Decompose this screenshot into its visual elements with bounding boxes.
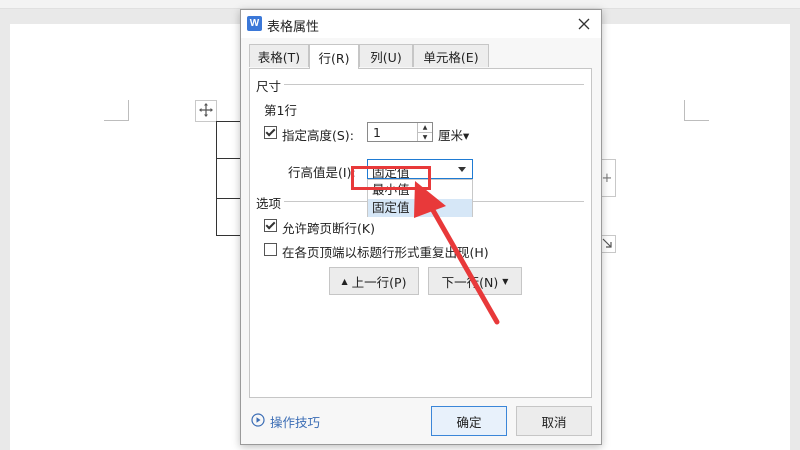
top-ruler-strip	[0, 0, 800, 9]
divider	[284, 84, 584, 85]
row-height-value: 1	[373, 125, 381, 140]
page-corner-mark-left	[104, 100, 129, 121]
dropdown-arrow-icon	[458, 167, 466, 172]
move-icon	[199, 102, 213, 120]
dialog-title: 表格属性	[267, 20, 320, 35]
repeat-header-label: 在各页顶端以标题行形式重复出现(H)	[282, 245, 489, 260]
specify-height-checkbox[interactable]	[264, 126, 277, 139]
annotation-highlight-box	[351, 166, 431, 190]
tab-column[interactable]: 列(U)	[359, 44, 413, 67]
table-properties-dialog: W 表格属性 表格(T) 行(R) 列(U) 单元格(E) 尺寸 第1行 指定高…	[240, 9, 602, 445]
table-move-handle[interactable]	[195, 100, 217, 122]
spin-down-icon[interactable]: ▼	[418, 133, 432, 142]
close-icon	[578, 18, 590, 33]
resize-icon	[602, 237, 612, 251]
play-circle-icon	[251, 413, 265, 430]
repeat-header-checkbox[interactable]	[264, 243, 277, 256]
allow-row-break-label: 允许跨页断行(K)	[282, 221, 375, 236]
tips-label: 操作技巧	[270, 415, 321, 430]
dialog-titlebar[interactable]: W 表格属性	[241, 10, 601, 38]
unit-dropdown[interactable]: 厘米▾	[438, 125, 469, 144]
next-row-button[interactable]: 下一行(N) ▼	[428, 267, 522, 295]
tab-table[interactable]: 表格(T)	[249, 44, 309, 67]
tab-cell[interactable]: 单元格(E)	[413, 44, 489, 67]
wps-app-icon: W	[247, 16, 262, 31]
page-corner-mark-right	[684, 100, 709, 121]
plus-icon: +	[601, 170, 613, 186]
cancel-button[interactable]: 取消	[516, 406, 592, 436]
row-tab-panel: 尺寸 第1行 指定高度(S): 1 ▲ ▼ 厘米▾ 行高值是(I): 固定值 选…	[249, 68, 592, 398]
previous-row-button[interactable]: ▲ 上一行(P)	[329, 267, 419, 295]
spinner-buttons: ▲ ▼	[417, 123, 432, 141]
tips-link[interactable]: 操作技巧	[251, 412, 320, 431]
spin-up-icon[interactable]: ▲	[418, 123, 432, 133]
tab-row[interactable]: 行(R)	[309, 44, 359, 69]
row-number-label: 第1行	[264, 103, 297, 118]
next-row-label: 下一行(N)	[441, 274, 499, 290]
up-arrow-icon: ▲	[341, 276, 348, 286]
ok-button[interactable]: 确定	[431, 406, 507, 436]
row-height-is-label: 行高值是(I):	[288, 165, 356, 180]
options-section-heading: 选项	[256, 196, 282, 211]
down-arrow-icon: ▼	[502, 276, 509, 286]
close-button[interactable]	[573, 14, 595, 36]
size-section-heading: 尺寸	[256, 79, 282, 94]
dialog-footer: 操作技巧 确定 取消	[241, 400, 601, 444]
specify-height-label: 指定高度(S):	[282, 128, 354, 143]
dropdown-option-fixed[interactable]: 固定值	[368, 199, 472, 217]
allow-row-break-checkbox[interactable]	[264, 219, 277, 232]
previous-row-label: 上一行(P)	[351, 274, 407, 290]
row-height-spinner[interactable]: 1 ▲ ▼	[367, 122, 433, 142]
